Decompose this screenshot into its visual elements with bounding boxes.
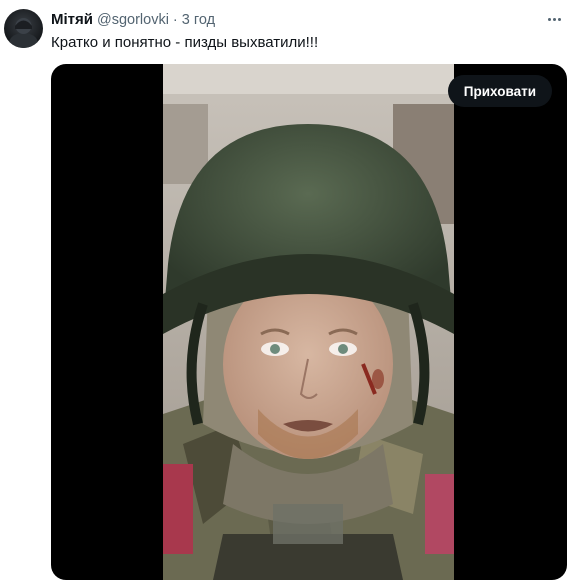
- tweet-text: Кратко и понятно - пизды выхватили!!!: [51, 34, 319, 51]
- timestamp[interactable]: 3 год: [182, 12, 215, 28]
- video-still[interactable]: [163, 64, 454, 580]
- author-handle[interactable]: @sgorlovki: [97, 12, 169, 28]
- tweet-header: Мітяй @sgorlovki · 3 год: [51, 11, 215, 29]
- more-options-icon[interactable]: [543, 10, 565, 28]
- avatar[interactable]: [4, 9, 43, 48]
- separator: ·: [172, 12, 178, 28]
- hide-button[interactable]: Приховати: [447, 75, 552, 107]
- tweet-card: Мітяй @sgorlovki · 3 год Кратко и понятн…: [0, 0, 575, 586]
- author-name[interactable]: Мітяй: [51, 11, 93, 28]
- tweet-media[interactable]: Приховати: [51, 64, 567, 580]
